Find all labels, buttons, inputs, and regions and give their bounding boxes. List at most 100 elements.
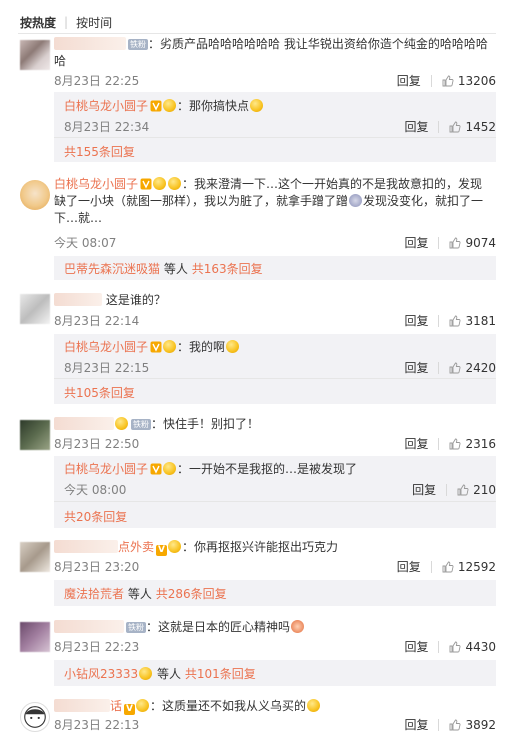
username[interactable] (54, 37, 126, 50)
reply-username[interactable]: 巴蒂先森沉迷吸猫 (64, 262, 160, 276)
action-divider (438, 314, 440, 327)
reply-actions: 回复 2420 (404, 359, 496, 376)
like-icon[interactable] (442, 75, 454, 87)
comment-item: 点外卖 V ：你再抠抠兴许能抠出巧克力 8月23日 23:20 回复 12592 魔… (0, 538, 514, 612)
avatar-face-icon (24, 706, 46, 728)
verified-badge: V (124, 704, 136, 715)
comment-actions: 回复 4430 (404, 638, 496, 655)
more-replies-link[interactable]: 巴蒂先森沉迷吸猫 等人 共163条回复 (64, 260, 263, 277)
comment-actions: 回复 13206 (397, 72, 496, 89)
comment-time: 8月23日 22:50 (54, 437, 140, 451)
like-count: 1452 (465, 119, 496, 134)
comment-text: 铁粉 ：这就是日本的匠心精神吗 (54, 619, 494, 636)
reply-username[interactable]: 白桃乌龙小圆子 (64, 462, 148, 476)
reply-username[interactable]: 白桃乌龙小圆子 (64, 340, 148, 354)
comment-item: 这是谁的？ 8月23日 22:14 回复 3181 白桃乌龙小圆子 ：我的啊 8月… (0, 292, 514, 412)
sort-by-time-tab[interactable]: 按时间 (76, 14, 112, 31)
username[interactable]: 点外卖 (118, 540, 154, 554)
reply-button[interactable]: 回复 (404, 435, 428, 452)
action-divider (430, 560, 432, 573)
comment-item: 话 V ：这质量还不如我从义乌买的 8月23日 22:13 回复 3892 (0, 698, 514, 738)
fan-badge: 铁粉 (131, 419, 151, 430)
username[interactable]: 话 (110, 699, 122, 713)
like-icon[interactable] (449, 121, 461, 133)
more-replies-link[interactable]: 共20条回复 (64, 508, 127, 525)
avatar[interactable] (20, 622, 50, 652)
reply-count[interactable]: 共286条回复 (156, 587, 227, 601)
reply-username[interactable]: 小钻风23333 (64, 667, 138, 681)
like-icon[interactable] (457, 484, 469, 496)
member-emoji-icon (163, 462, 177, 475)
username[interactable] (54, 620, 124, 633)
reply-username[interactable]: 白桃乌龙小圆子 (64, 99, 148, 113)
fan-badge: 铁粉 (126, 622, 146, 633)
action-divider (438, 718, 440, 731)
reply-button[interactable]: 回复 (412, 481, 436, 498)
divider (54, 501, 496, 502)
reply-button[interactable]: 回复 (404, 312, 428, 329)
reply-body: ：那你搞快点 (177, 99, 250, 113)
divider (54, 378, 496, 379)
more-replies-link[interactable]: 小钻风23333 等人 共101条回复 (64, 665, 256, 682)
reply-username[interactable]: 魔法拾荒者 (64, 587, 124, 601)
reply-button[interactable]: 回复 (404, 118, 428, 135)
comment-time: 8月23日 22:23 (54, 640, 140, 654)
avatar[interactable] (20, 180, 50, 210)
like-count: 4430 (465, 639, 496, 654)
avatar[interactable] (20, 294, 50, 324)
comment-item: 铁粉 ：劣质产品哈哈哈哈哈哈 我让华锐出资给你造个纯金的哈哈哈哈哈 8月23日 2… (0, 34, 514, 168)
sort-by-hot-tab[interactable]: 按热度 (20, 14, 56, 31)
avatar[interactable] (20, 420, 50, 450)
comment-time: 8月23日 22:25 (54, 74, 140, 88)
vip-icon (150, 100, 162, 112)
vip-icon (150, 463, 162, 475)
reply-button[interactable]: 回复 (397, 72, 421, 89)
reply-count[interactable]: 共163条回复 (192, 262, 263, 276)
like-icon[interactable] (449, 362, 461, 374)
comment-time: 8月23日 23:20 (54, 560, 140, 574)
username[interactable]: 白桃乌龙小圆子 (54, 177, 138, 191)
username[interactable] (54, 417, 114, 430)
reply-count[interactable]: 共101条回复 (185, 667, 256, 681)
verified-badge: V (156, 545, 168, 556)
reply-button[interactable]: 回复 (397, 558, 421, 575)
like-icon[interactable] (449, 719, 461, 731)
more-replies-link[interactable]: 共105条回复 (64, 384, 135, 401)
comment-actions: 回复 3892 (404, 716, 496, 733)
like-count: 2420 (465, 360, 496, 375)
emoji-icon (168, 177, 182, 190)
reply-button[interactable]: 回复 (404, 359, 428, 376)
comment-actions: 回复 2316 (404, 435, 496, 452)
reply-actions: 回复 210 (412, 481, 496, 498)
comment-body: ：你再抠抠兴许能抠出巧克力 (182, 540, 339, 554)
like-icon[interactable] (449, 438, 461, 450)
like-icon[interactable] (442, 561, 454, 573)
avatar[interactable] (20, 40, 50, 70)
comment-body: 这是谁的？ (105, 293, 166, 307)
username[interactable] (54, 293, 102, 306)
action-divider (438, 437, 440, 450)
member-emoji-icon (168, 540, 182, 553)
etc-label: 等人 (157, 667, 182, 681)
like-icon[interactable] (449, 641, 461, 653)
like-count: 210 (473, 482, 496, 497)
action-divider (438, 640, 440, 653)
reply-button[interactable]: 回复 (404, 234, 428, 251)
comment-time: 8月23日 22:13 (54, 718, 140, 732)
emoji-icon (307, 699, 321, 712)
avatar[interactable] (20, 702, 50, 732)
reply-button[interactable]: 回复 (404, 638, 428, 655)
like-icon[interactable] (449, 237, 461, 249)
like-count: 2316 (465, 436, 496, 451)
username-blurred[interactable] (54, 699, 110, 712)
username-blurred[interactable] (54, 540, 118, 553)
comment-item: 铁粉 ：快住手！别扣了！ 8月23日 22:50 回复 2316 白桃乌龙小圆子 ：… (0, 414, 514, 530)
avatar[interactable] (20, 542, 50, 572)
more-replies-link[interactable]: 魔法拾荒者 等人 共286条回复 (64, 585, 227, 602)
like-icon[interactable] (449, 315, 461, 327)
action-divider (430, 74, 432, 87)
more-replies-link[interactable]: 共155条回复 (64, 143, 135, 160)
reply-button[interactable]: 回复 (404, 716, 428, 733)
member-emoji-icon (139, 667, 153, 680)
comment-item: 铁粉 ：这就是日本的匠心精神吗 8月23日 22:23 回复 4430 小钻风23… (0, 618, 514, 692)
